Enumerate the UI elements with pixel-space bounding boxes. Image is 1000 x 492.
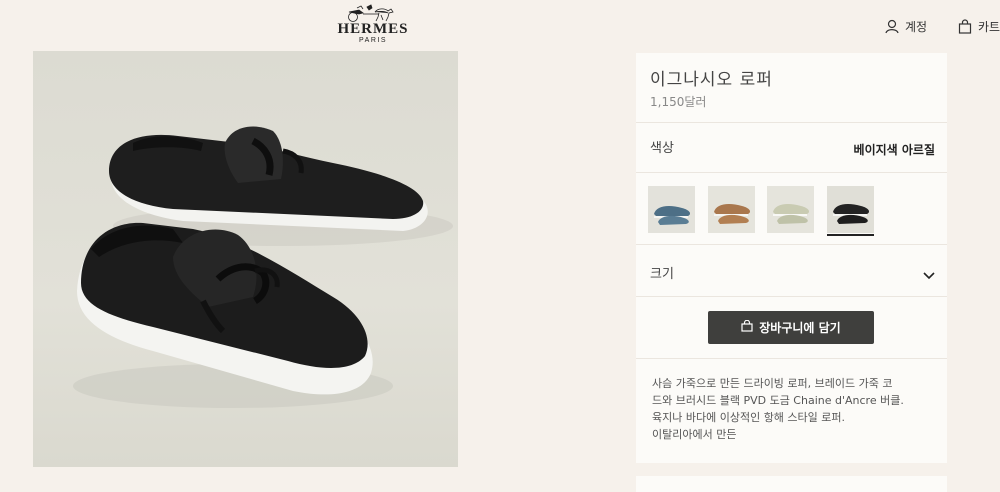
swatch-sage[interactable] <box>767 186 814 233</box>
description-line: 사슴 가죽으로 만든 드라이빙 로퍼, 브레이드 가죽 코 <box>652 377 893 390</box>
swatch-black[interactable] <box>827 186 874 236</box>
shopping-bag-icon <box>958 18 972 34</box>
hermes-logo[interactable]: HERMES PARIS <box>336 4 410 48</box>
add-to-cart-label: 장바구니에 담기 <box>759 321 841 335</box>
title-section: 이그나시오 로퍼 1,150달러 <box>636 53 947 123</box>
brand-name: HERMES <box>337 21 409 37</box>
size-label: 크기 <box>650 267 674 282</box>
account-label: 계정 <box>905 19 928 34</box>
swatch-blue[interactable] <box>648 186 695 233</box>
description-line: 이탈리아에서 만든 <box>652 428 737 441</box>
product-panel: 이그나시오 로퍼 1,150달러 색상 베이지색 아르질 크기 장바구니에 담기… <box>636 53 947 463</box>
product-image[interactable] <box>33 51 458 467</box>
chevron-down-icon[interactable] <box>923 265 935 284</box>
cart-label: 카트 <box>978 19 1000 34</box>
add-to-cart-button[interactable]: 장바구니에 담기 <box>708 311 874 344</box>
cart-link[interactable]: 카트 <box>958 17 1000 35</box>
description-line: 드와 브러시드 블랙 PVD 도금 Chaine d'Ancre 버클. <box>652 394 904 407</box>
color-label: 색상 <box>650 141 674 156</box>
product-description: 사슴 가죽으로 만든 드라이빙 로퍼, 브레이드 가죽 코 드와 브러시드 블랙… <box>652 375 937 443</box>
product-title: 이그나시오 로퍼 <box>650 70 773 90</box>
carriage-icon <box>348 4 394 22</box>
description-line: 육지나 바다에 이상적인 항해 스타일 로퍼. <box>652 411 846 424</box>
brand-sub: PARIS <box>359 37 387 44</box>
color-value: 베이지색 아르질 <box>853 143 935 157</box>
size-section[interactable] <box>636 245 947 297</box>
user-icon <box>885 19 899 34</box>
product-price: 1,150달러 <box>650 95 707 109</box>
shopping-bag-icon <box>741 319 753 335</box>
next-panel <box>636 476 947 492</box>
swatch-tan[interactable] <box>708 186 755 233</box>
account-link[interactable]: 계정 <box>885 17 927 35</box>
